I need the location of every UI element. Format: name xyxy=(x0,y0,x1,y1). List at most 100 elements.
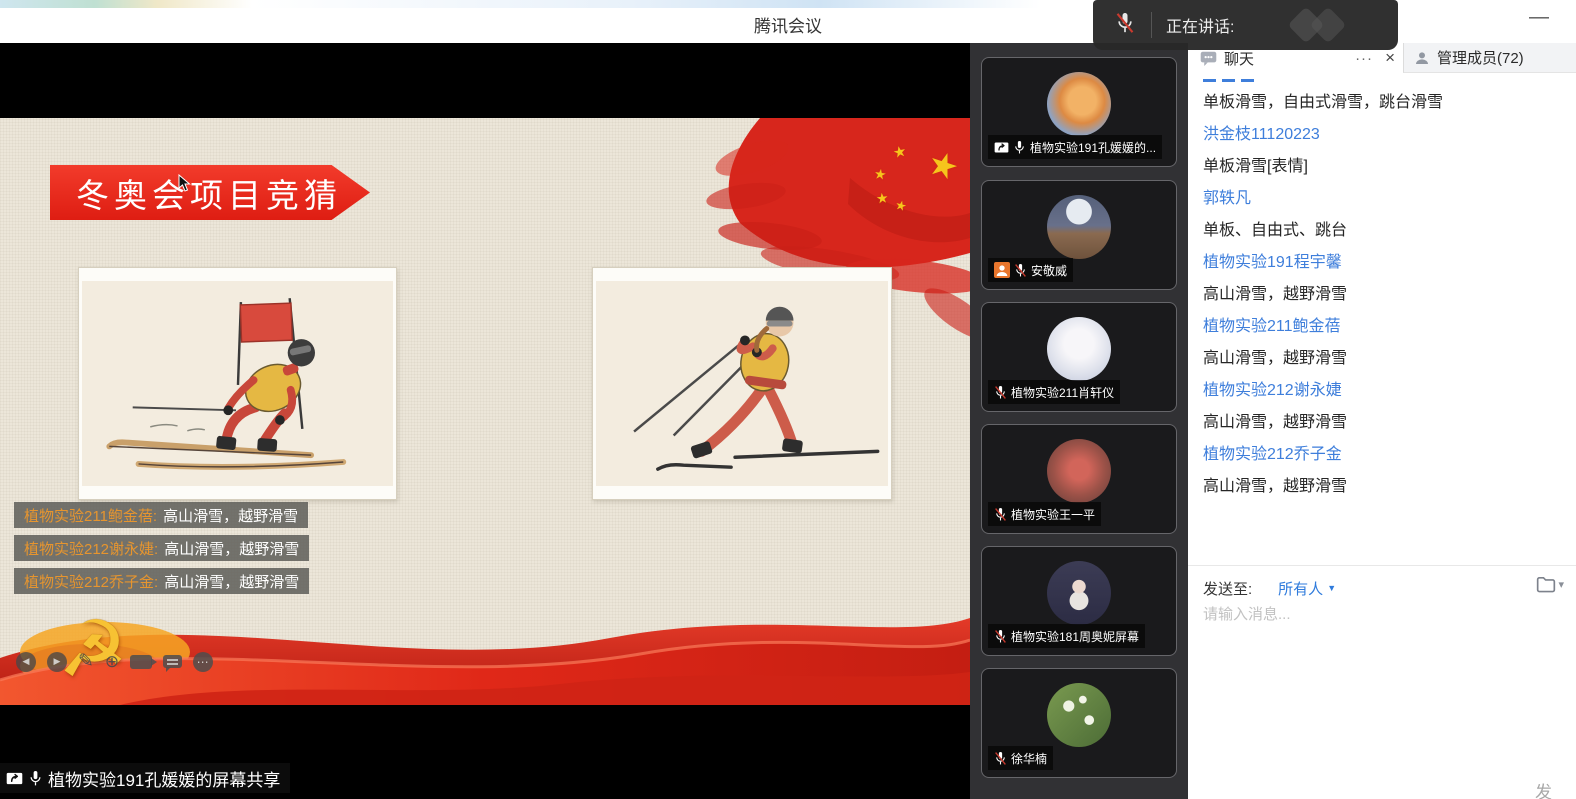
participant-avatar xyxy=(1047,72,1111,136)
mic-muted-icon xyxy=(994,629,1007,644)
flag-star-icon: ★ xyxy=(873,165,888,184)
participant-label: 植物实验191孔媛媛的... xyxy=(988,135,1162,159)
screen-share-bar: 植物实验191孔媛媛的屏幕共享 xyxy=(0,763,290,793)
chat-input[interactable]: 请输入消息... xyxy=(1203,603,1563,763)
mic-muted-icon xyxy=(994,751,1007,766)
participant-name: 植物实验王一平 xyxy=(1011,506,1095,523)
divider xyxy=(1151,12,1152,38)
red-ribbon-decor xyxy=(0,580,970,705)
laser-pointer-button[interactable]: ⊕ xyxy=(105,652,119,672)
participant-avatar xyxy=(1047,195,1111,259)
chat-sender-name: 洪金枝11120223 xyxy=(1188,116,1576,148)
chat-sender-name: 植物实验212乔子金 xyxy=(1188,436,1576,468)
chat-panel: 聊天 ··· × 管理成员(72) 单板滑雪，自由式滑雪，跳台滑雪洪金枝1112… xyxy=(1188,43,1576,799)
tab-members-label: 管理成员(72) xyxy=(1437,47,1524,68)
comment-button[interactable] xyxy=(163,655,182,668)
send-bar: 发送至: 所有人 ▼ ▾ xyxy=(1188,573,1576,603)
screen-share-icon xyxy=(994,140,1009,155)
alpine-skier-illustration xyxy=(82,281,393,486)
chat-close-button[interactable]: × xyxy=(1385,48,1395,68)
participant-tile[interactable]: 安敬威 xyxy=(981,180,1177,290)
mic-on-icon xyxy=(28,770,43,787)
participant-label: 徐华楠 xyxy=(988,746,1053,770)
chat-message-text: 单板、自由式、跳台 xyxy=(1188,212,1576,244)
participant-label: 植物实验211肖轩仪 xyxy=(988,380,1120,404)
chat-input-placeholder: 请输入消息... xyxy=(1203,606,1291,623)
more-options-button[interactable]: ⋯ xyxy=(193,652,213,672)
presentation-slide: ★ ★ ★ ★ ★ 冬奥会项目竞猜 xyxy=(0,118,970,705)
host-person-badge-icon xyxy=(994,262,1010,278)
chat-sender-name: 植物实验211鲍金蓓 xyxy=(1188,308,1576,340)
chat-message-text: 高山滑雪，越野滑雪 xyxy=(1188,468,1576,500)
chat-file-button[interactable]: ▾ xyxy=(1536,576,1564,593)
participant-video-strip: 植物实验191孔媛媛的... 安敬威 xyxy=(970,43,1188,799)
participant-name: 安敬威 xyxy=(1031,262,1067,279)
person-icon xyxy=(1414,50,1430,66)
screen-share-icon xyxy=(6,770,23,787)
mic-muted-icon xyxy=(1014,263,1027,278)
chevron-down-icon: ▼ xyxy=(1327,583,1336,593)
screen-caption: 植物实验211鲍金蓓: 高山滑雪，越野滑雪 xyxy=(14,502,308,528)
folder-icon xyxy=(1536,576,1556,593)
mic-on-icon xyxy=(1013,140,1026,155)
chat-message-text: 单板滑雪[表情] xyxy=(1188,148,1576,180)
participant-name: 徐华楠 xyxy=(1011,750,1047,767)
caption-sender: 植物实验211鲍金蓓: xyxy=(24,505,157,526)
camera-button[interactable] xyxy=(130,655,152,669)
participant-label: 植物实验181周奥妮屏幕 xyxy=(988,624,1145,648)
chat-sender-name: 郭轶凡 xyxy=(1188,180,1576,212)
participant-name: 植物实验181周奥妮屏幕 xyxy=(1011,628,1139,645)
tab-manage-members[interactable]: 管理成员(72) xyxy=(1403,43,1576,73)
next-slide-button[interactable]: ▶ xyxy=(47,652,67,672)
chat-message-area: 单板滑雪，自由式滑雪，跳台滑雪洪金枝11120223单板滑雪[表情]郭轶凡单板、… xyxy=(1188,73,1576,565)
send-to-dropdown[interactable]: 所有人 ▼ xyxy=(1278,578,1336,599)
caption-text: 高山滑雪，越野滑雪 xyxy=(164,538,299,559)
pen-tool-button[interactable]: ✎ xyxy=(78,650,94,673)
cross-country-skier-illustration xyxy=(596,281,888,486)
chat-more-button[interactable]: ··· xyxy=(1355,50,1373,67)
mic-muted-icon xyxy=(1115,12,1135,34)
participant-avatar xyxy=(1047,683,1111,747)
chat-bubble-icon xyxy=(1200,51,1217,66)
presentation-controls: ◀ ▶ ✎ ⊕ ⋯ xyxy=(16,650,213,673)
participant-label: 植物实验王一平 xyxy=(988,502,1101,526)
chat-message-text: 高山滑雪，越野滑雪 xyxy=(1188,340,1576,372)
chat-message-text: 高山滑雪，越野滑雪 xyxy=(1188,276,1576,308)
mic-muted-icon xyxy=(994,507,1007,522)
participant-tile[interactable]: 徐华楠 xyxy=(981,668,1177,778)
speaking-now-banner: 正在讲话: xyxy=(1093,0,1398,50)
tab-chat-label: 聊天 xyxy=(1224,48,1254,69)
speaking-now-label: 正在讲话: xyxy=(1166,13,1234,37)
prev-slide-button[interactable]: ◀ xyxy=(16,652,36,672)
chat-message-text: 单板滑雪，自由式滑雪，跳台滑雪 xyxy=(1188,84,1576,116)
send-button[interactable]: 发 xyxy=(1535,778,1552,799)
participant-name: 植物实验211肖轩仪 xyxy=(1011,384,1114,401)
participant-tile[interactable]: 植物实验211肖轩仪 xyxy=(981,302,1177,412)
slide-title: 冬奥会项目竞猜 xyxy=(50,169,342,217)
send-to-label: 发送至: xyxy=(1203,578,1252,599)
caption-sender: 植物实验212谢永婕: xyxy=(24,538,158,559)
mic-muted-icon xyxy=(994,385,1007,400)
shared-screen-stage: ★ ★ ★ ★ ★ 冬奥会项目竞猜 xyxy=(0,43,970,799)
chat-sender-name: 植物实验191程宇馨 xyxy=(1188,244,1576,276)
slide-title-banner: 冬奥会项目竞猜 xyxy=(50,165,370,220)
participant-avatar xyxy=(1047,561,1111,625)
chat-sender-name: 植物实验212谢永婕 xyxy=(1188,372,1576,404)
chevron-down-icon: ▾ xyxy=(1558,578,1564,591)
cross-country-ski-panel xyxy=(592,267,892,500)
participant-avatar xyxy=(1047,439,1111,503)
clipped-sender-name xyxy=(1203,73,1576,84)
screen-caption: 植物实验212谢永婕: 高山滑雪，越野滑雪 xyxy=(14,535,309,561)
flag-star-icon: ★ xyxy=(875,189,889,207)
screen-share-label: 植物实验191孔媛媛的屏幕共享 xyxy=(48,766,280,791)
caption-text: 高山滑雪，越野滑雪 xyxy=(163,505,298,526)
mouse-cursor xyxy=(178,174,191,192)
participant-tile[interactable]: 植物实验181周奥妮屏幕 xyxy=(981,546,1177,656)
minimize-button[interactable]: — xyxy=(1522,2,1556,32)
tencent-meeting-window: 腾讯会议 — ★ ★ ★ ★ ★ 冬奥会项目竞猜 xyxy=(0,0,1576,799)
participant-tile[interactable]: 植物实验191孔媛媛的... xyxy=(981,57,1177,167)
tencent-meeting-logo xyxy=(1275,8,1365,42)
participant-tile[interactable]: 植物实验王一平 xyxy=(981,424,1177,534)
participant-avatar xyxy=(1047,317,1111,381)
divider xyxy=(1188,565,1576,566)
